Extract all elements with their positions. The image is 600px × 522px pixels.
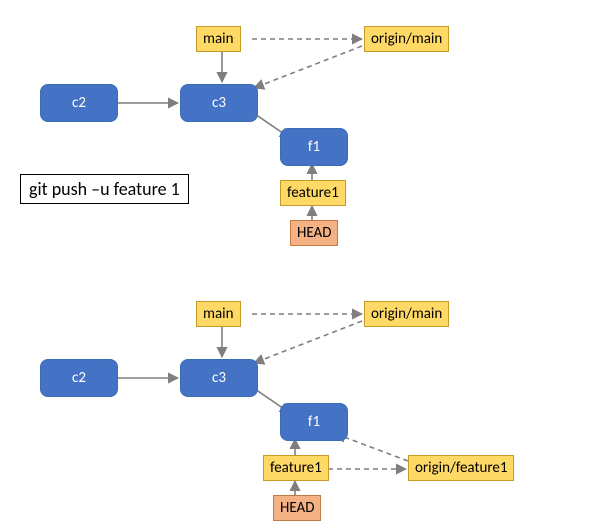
commit-c2-after: c2 (40, 359, 118, 397)
ref-label: HEAD (297, 224, 331, 242)
ref-label: origin/feature1 (415, 459, 507, 477)
ref-origin-main-after: origin/main (364, 301, 449, 327)
ref-head-after: HEAD (273, 495, 321, 521)
ref-feature1-after: feature1 (263, 455, 329, 481)
commit-label: c2 (72, 94, 86, 112)
commit-label: c3 (212, 369, 226, 387)
ref-label: origin/main (371, 30, 442, 48)
ref-feature1: feature1 (280, 180, 346, 206)
commit-f1: f1 (280, 128, 348, 166)
commit-label: f1 (308, 138, 320, 156)
ref-label: origin/main (371, 305, 442, 323)
ref-label: HEAD (280, 499, 314, 517)
commit-label: f1 (308, 413, 320, 431)
ref-main: main (196, 26, 241, 52)
commit-label: c2 (72, 369, 86, 387)
ref-label: main (203, 30, 234, 48)
ref-label: feature1 (287, 184, 339, 202)
ref-head: HEAD (290, 220, 338, 246)
ref-main-after: main (196, 301, 241, 327)
ref-label: feature1 (270, 459, 322, 477)
commit-c3-after: c3 (180, 359, 258, 397)
git-push-diagram: { "command": "git push –u feature 1", "t… (0, 0, 600, 522)
ref-origin-main: origin/main (364, 26, 449, 52)
connectors (0, 0, 600, 522)
commit-label: c3 (212, 94, 226, 112)
ref-origin-feature1: origin/feature1 (408, 455, 514, 481)
commit-c2: c2 (40, 84, 118, 122)
ref-label: main (203, 305, 234, 323)
commit-c3: c3 (180, 84, 258, 122)
command-text: git push –u feature 1 (29, 178, 180, 200)
commit-f1-after: f1 (280, 403, 348, 441)
command-box: git push –u feature 1 (20, 174, 189, 204)
